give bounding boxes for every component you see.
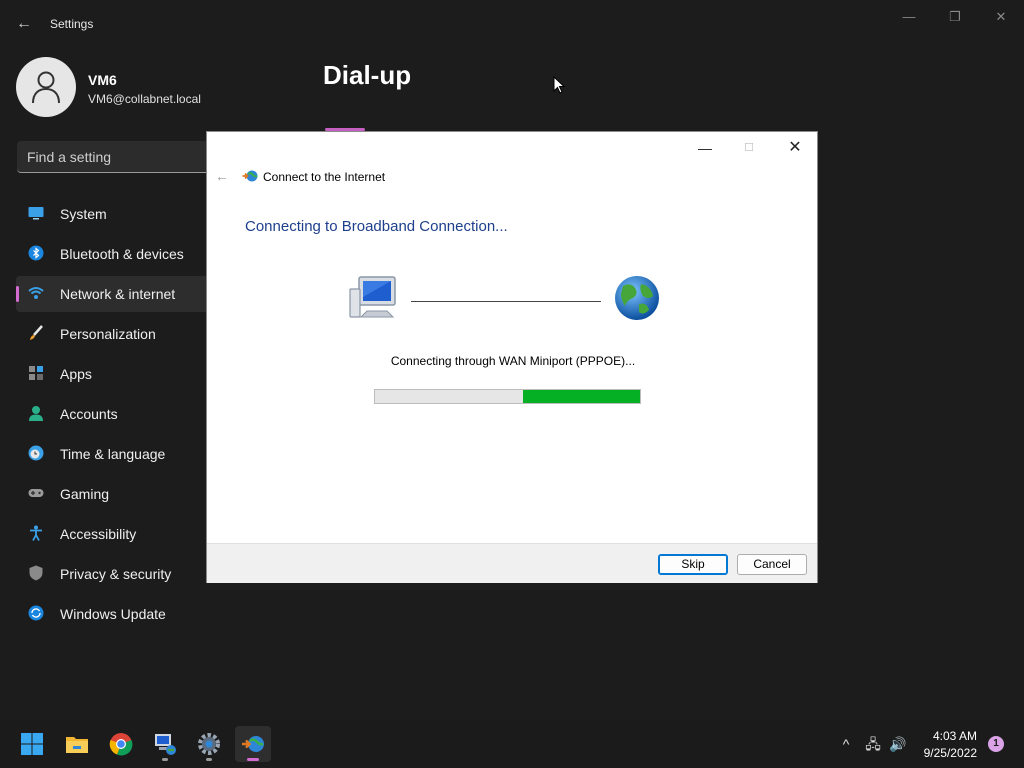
volume-icon[interactable]: 🔊: [889, 736, 907, 752]
search-placeholder: Find a setting: [27, 149, 112, 165]
computer-icon: [349, 276, 396, 318]
sidebar-item-windows-update[interactable]: Windows Update: [16, 596, 216, 632]
dialog-maximize-button: ☐: [744, 142, 754, 154]
minimize-button[interactable]: —: [894, 8, 924, 26]
gamepad-icon: [28, 489, 44, 497]
taskbar-start-button[interactable]: [14, 726, 50, 762]
dialup-icon: [242, 736, 264, 752]
sidebar-item-label: Bluetooth & devices: [60, 246, 184, 262]
connection-line: [411, 301, 601, 302]
dialog-title: Connect to the Internet: [263, 170, 386, 184]
shield-icon: [29, 565, 43, 581]
taskbar-connect-to-internet[interactable]: [235, 726, 271, 762]
taskbar-file-explorer[interactable]: [59, 726, 95, 762]
running-indicator: [162, 758, 168, 761]
back-button[interactable]: ←: [14, 14, 34, 34]
clock-time[interactable]: 4:03 AM: [920, 729, 977, 743]
connection-progress-bar: [374, 389, 641, 404]
dialog-footer: Skip Cancel: [207, 543, 817, 583]
sidebar-item-label: Gaming: [60, 486, 110, 502]
skip-button[interactable]: Skip: [658, 554, 728, 575]
avatar: [16, 57, 76, 117]
show-hidden-icons-chevron-icon[interactable]: ^: [837, 736, 855, 752]
dialog-heading: Connecting to Broadband Connection...: [245, 218, 508, 235]
maximize-button[interactable]: ❐: [940, 8, 970, 26]
taskbar: ^ 🖧 🔊 4:03 AM 9/25/2022 1: [0, 720, 1024, 768]
network-pc-icon: [155, 734, 176, 755]
person-icon: [32, 71, 60, 104]
sidebar-item-label: Windows Update: [60, 606, 166, 622]
sidebar-item-label: Accounts: [60, 406, 118, 422]
dialog-back-button: ←: [215, 168, 229, 184]
globe-icon: [615, 276, 659, 320]
folder-icon: [66, 737, 88, 753]
user-name: VM6: [88, 72, 117, 88]
search-input[interactable]: Find a setting: [17, 141, 217, 173]
window-title: Settings: [50, 17, 94, 31]
page-title: Dial-up: [323, 60, 412, 90]
close-button[interactable]: ✕: [986, 8, 1016, 26]
clock-globe-icon: [28, 445, 44, 461]
notification-badge[interactable]: 1: [988, 736, 1004, 752]
windows-logo-icon: [21, 733, 43, 755]
active-indicator: [16, 286, 19, 302]
chrome-icon: [109, 733, 133, 756]
running-indicator: [247, 758, 259, 761]
sidebar-item-accounts[interactable]: Accounts: [16, 396, 216, 432]
gear-icon: [198, 733, 220, 755]
sidebar-item-label: Privacy & security: [60, 566, 172, 582]
sidebar-item-network[interactable]: Network & internet: [16, 276, 216, 312]
taskbar-network-app[interactable]: [147, 726, 183, 762]
sidebar-item-label: Personalization: [60, 326, 156, 342]
network-status-icon[interactable]: 🖧: [864, 736, 882, 752]
sidebar-item-personalization[interactable]: Personalization: [16, 316, 216, 352]
sidebar-nav: System Bluetooth & devices Network & int…: [16, 196, 216, 636]
settings-titlebar: ← Settings — ❐ ✕: [0, 0, 1024, 48]
update-icon: [28, 605, 44, 621]
clock-date[interactable]: 9/25/2022: [912, 746, 977, 760]
sidebar-item-accessibility[interactable]: Accessibility: [16, 516, 216, 552]
progress-fill: [523, 390, 640, 403]
dialup-icon: [242, 170, 258, 182]
sidebar-item-system[interactable]: System: [16, 196, 216, 232]
cancel-button[interactable]: Cancel: [737, 554, 807, 575]
taskbar-chrome[interactable]: [103, 726, 139, 762]
sidebar-item-apps[interactable]: Apps: [16, 356, 216, 392]
brush-icon: [30, 325, 43, 340]
dialog-minimize-button[interactable]: —: [691, 138, 719, 158]
user-email: VM6@collabnet.local: [88, 92, 201, 106]
sidebar-item-label: Network & internet: [60, 286, 176, 302]
sidebar-item-bluetooth[interactable]: Bluetooth & devices: [16, 236, 216, 272]
mouse-cursor-icon: [553, 76, 565, 94]
running-indicator: [206, 758, 212, 761]
person-icon: [29, 406, 43, 421]
sidebar-item-privacy[interactable]: Privacy & security: [16, 556, 216, 592]
sidebar-item-label: System: [60, 206, 107, 222]
connect-dialog: — ☐ ✕ ← Connect to the Internet Connecti…: [206, 131, 818, 583]
sidebar-item-gaming[interactable]: Gaming: [16, 476, 216, 512]
sidebar-item-time-language[interactable]: Time & language: [16, 436, 216, 472]
accessibility-icon: [30, 525, 42, 541]
connection-status: Connecting through WAN Miniport (PPPOE).…: [390, 354, 636, 368]
sidebar-item-label: Accessibility: [60, 526, 137, 542]
dialog-close-button[interactable]: ✕: [781, 138, 809, 158]
monitor-icon: [28, 207, 44, 220]
sidebar-item-label: Apps: [60, 366, 92, 382]
taskbar-settings[interactable]: [191, 726, 227, 762]
sidebar-item-label: Time & language: [60, 446, 166, 462]
bluetooth-icon: [28, 245, 44, 261]
wifi-icon: [28, 287, 44, 299]
apps-icon: [29, 366, 43, 380]
